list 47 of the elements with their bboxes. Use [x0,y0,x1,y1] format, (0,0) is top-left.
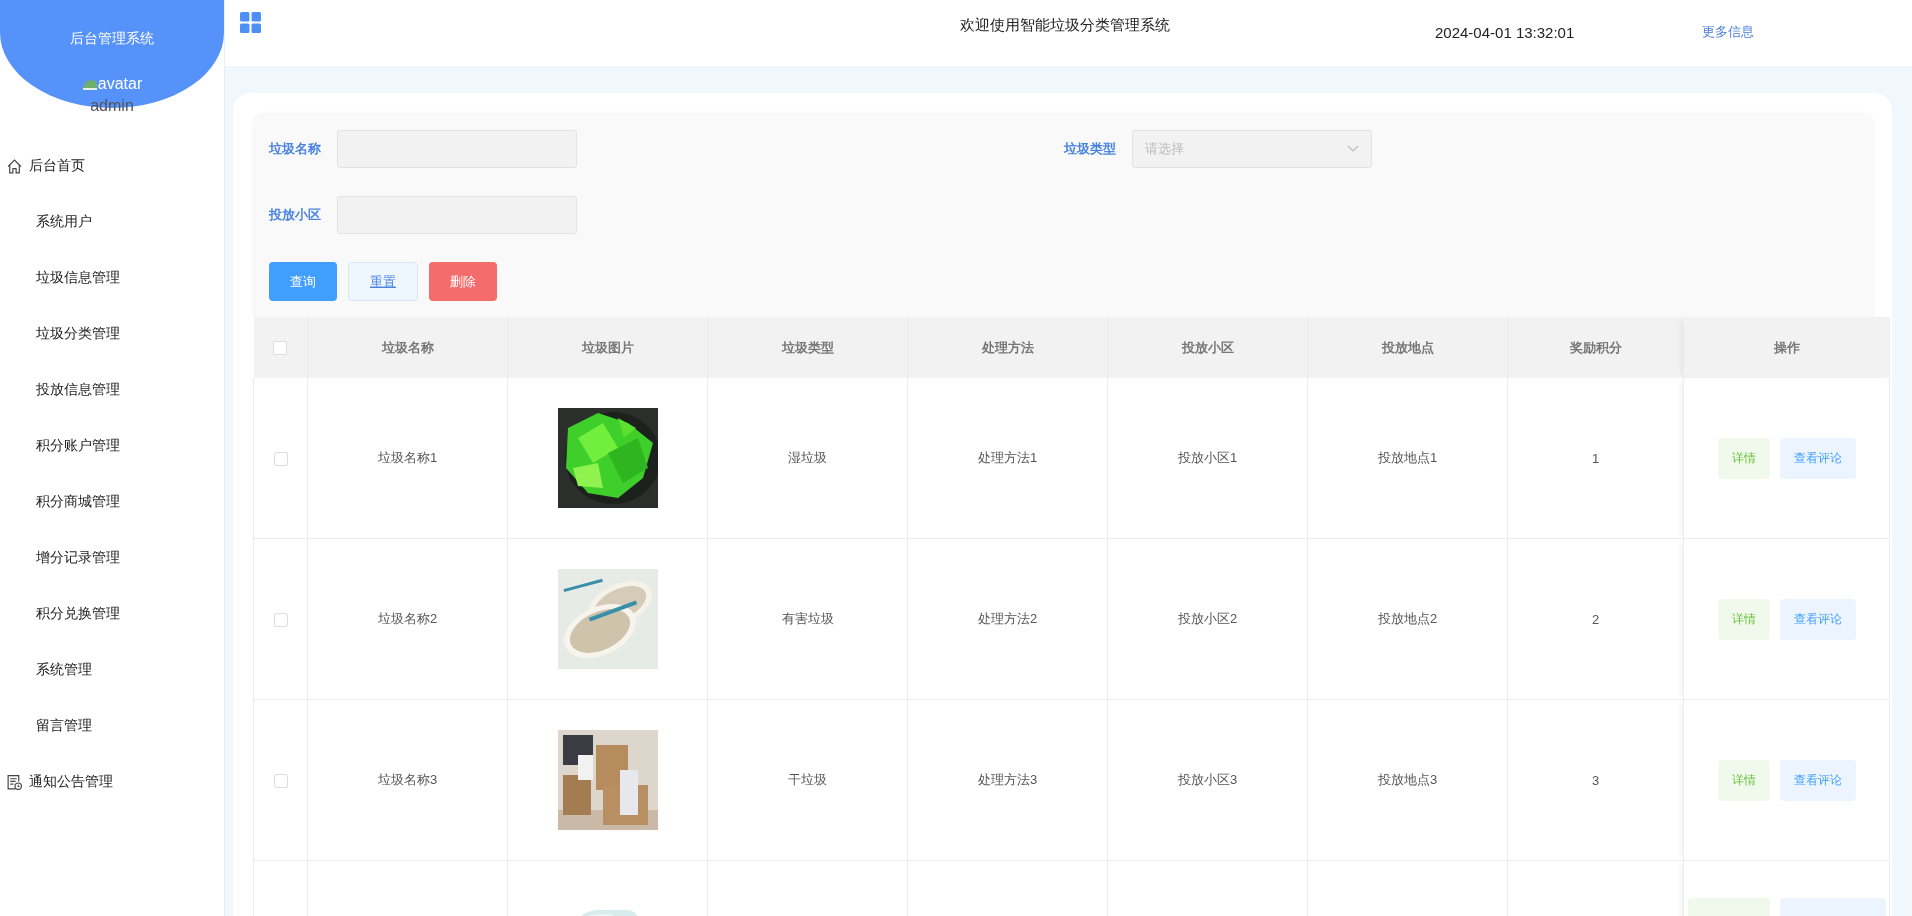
table-cell: 垃圾名称1 [377,450,438,465]
menu-item[interactable]: 积分商城管理 [0,474,224,530]
menu-item[interactable]: 通知公告管理 [0,754,224,810]
menu-item[interactable]: 留言管理 [0,698,224,754]
table-cell: 投放地点2 [1377,611,1438,626]
column-header: 投放小区 [1181,339,1234,355]
menu-item[interactable]: 积分兑换管理 [0,586,224,642]
field-label: 垃圾类型 [1063,140,1117,158]
menu-item[interactable]: 系统管理 [0,642,224,698]
menu-item[interactable]: 系统用户 [0,194,224,250]
menu-item[interactable]: 垃圾分类管理 [0,306,224,362]
table-cell: 处理方法3 [977,772,1038,787]
field-label: 垃圾名称 [269,140,322,158]
table-cell: 垃圾名称3 [377,772,438,787]
column-header: 垃圾名称 [381,339,434,355]
column-header: 垃圾类型 [781,339,834,355]
menu-item[interactable]: 投放信息管理 [0,362,224,418]
table-cell: 湿垃圾 [788,450,827,465]
menu-item[interactable]: 后台首页 [0,138,224,194]
column-header: 投放地点 [1381,339,1434,355]
table-cell: 3 [1591,772,1600,788]
app-title: 后台管理系统 [70,30,154,48]
reset-button[interactable]: 重置 [348,262,418,301]
column-header: 垃圾图片 [581,339,634,355]
table-cell: 垃圾名称2 [377,611,438,626]
menu-item[interactable]: 垃圾信息管理 [0,250,224,306]
datetime: 2024-04-01 13:32:01 [1435,24,1575,41]
menu-item[interactable]: 增分记录管理 [0,530,224,586]
table-cell: 处理方法2 [977,611,1038,626]
field-label: 投放小区 [269,206,322,224]
table-cell: 处理方法1 [977,450,1038,465]
menu-item[interactable]: 积分账户管理 [0,418,224,474]
column-header: 操作 [1773,339,1800,355]
table-cell: 投放小区1 [1177,450,1238,465]
more-info-link[interactable]: 更多信息 [1702,23,1755,41]
table-cell: 投放小区3 [1177,772,1238,787]
column-header: 处理方法 [981,339,1034,355]
table-cell: 投放地点1 [1377,450,1438,465]
avatar-alt-text: avatar [97,75,143,93]
table-cell: 有害垃圾 [781,611,834,626]
table-cell: 投放地点3 [1377,772,1438,787]
welcome-title: 欢迎使用智能垃圾分类管理系统 [960,16,1170,35]
table-cell: 干垃圾 [788,772,827,787]
table-cell: 投放小区2 [1177,611,1238,626]
table-cell: 2 [1591,611,1600,627]
table-cell: 1 [1591,450,1600,466]
column-header: 奖励积分 [1569,339,1622,355]
